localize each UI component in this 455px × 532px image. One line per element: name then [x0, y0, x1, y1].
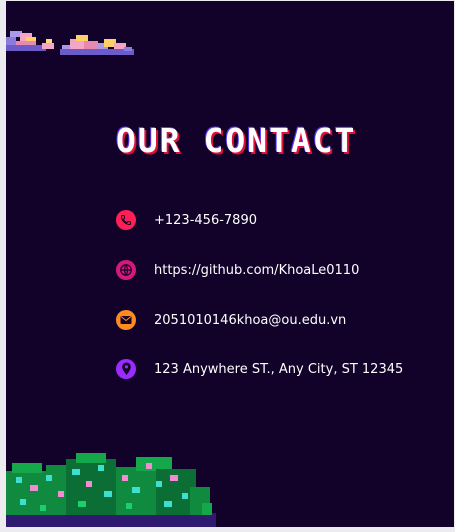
contact-page: OUR CONTACT +123-456-7890 https://github… — [6, 1, 454, 527]
contact-phone-text: +123-456-7890 — [154, 212, 257, 228]
globe-icon — [116, 260, 136, 280]
page-title: OUR CONTACT — [116, 121, 357, 160]
contact-address[interactable]: 123 Anywhere ST., Any City, ST 12345 — [116, 358, 403, 380]
contact-address-text: 123 Anywhere ST., Any City, ST 12345 — [154, 361, 404, 377]
contact-email-text: 2051010146khoa@ou.edu.vn — [154, 312, 347, 328]
contact-website[interactable]: https://github.com/KhoaLe0110 — [116, 259, 359, 281]
mail-icon — [116, 310, 136, 330]
contact-website-text: https://github.com/KhoaLe0110 — [154, 262, 360, 278]
contact-phone[interactable]: +123-456-7890 — [116, 209, 257, 231]
contact-email[interactable]: 2051010146khoa@ou.edu.vn — [116, 309, 346, 331]
pixel-bushes-decoration — [6, 453, 216, 527]
location-pin-icon — [116, 359, 136, 379]
phone-icon — [116, 210, 136, 230]
pixel-clouds-decoration — [6, 31, 134, 55]
